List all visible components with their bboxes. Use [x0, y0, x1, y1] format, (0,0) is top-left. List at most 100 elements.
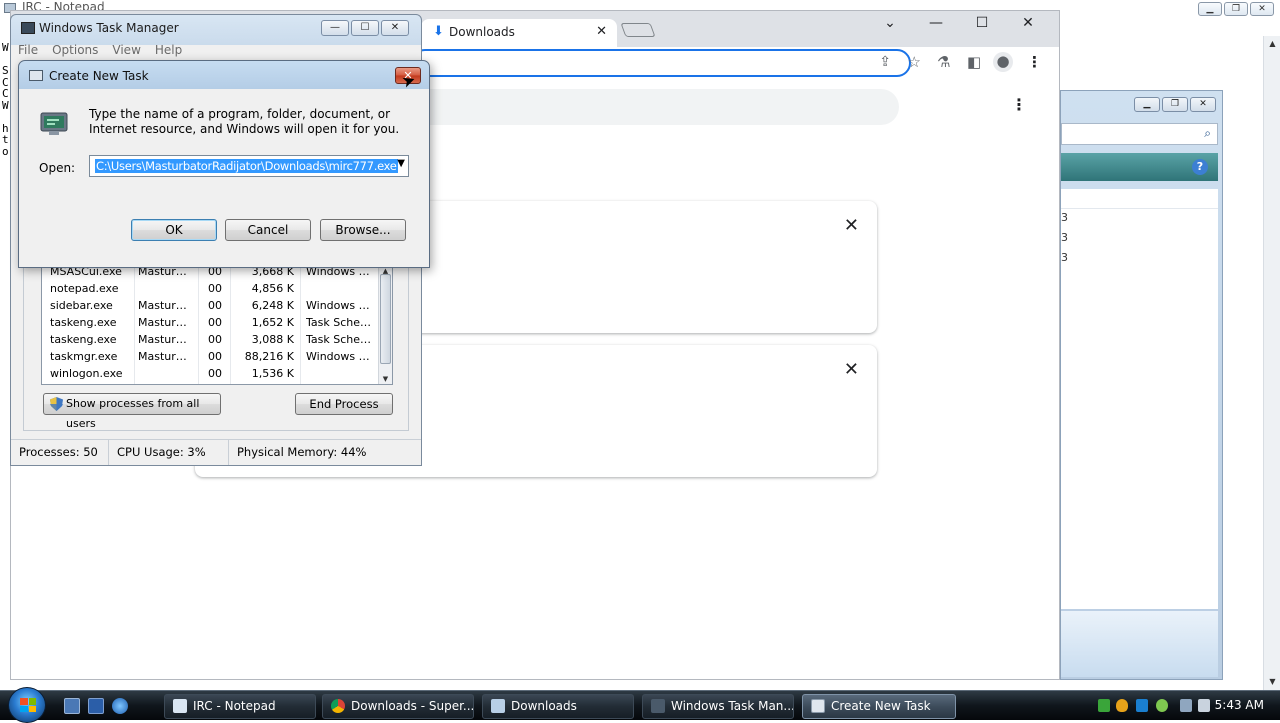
menu-help[interactable]: Help — [148, 41, 189, 61]
menu-file[interactable]: File — [11, 41, 45, 61]
uac-shield-icon — [50, 397, 63, 411]
table-row[interactable]: taskeng.exe Mastur… 00 3,088 K Task Sche… — [42, 331, 380, 348]
browse-button[interactable]: Browse... — [320, 219, 406, 241]
toolbar-band: ? — [1061, 153, 1218, 181]
process-list[interactable]: MSASCui.exe Mastur… 00 3,668 K Windows …… — [41, 265, 393, 385]
start-button[interactable] — [8, 687, 46, 723]
table-row[interactable]: taskmgr.exe Mastur… 00 88,216 K Windows … — [42, 348, 380, 365]
notepad-scrollbar[interactable]: ▲ ▼ — [1263, 36, 1280, 690]
table-row[interactable]: sidebar.exe Mastur… 00 6,248 K Windows … — [42, 297, 380, 314]
minimize-button[interactable]: — — [321, 20, 349, 36]
cancel-button[interactable]: Cancel — [225, 219, 311, 241]
maximize-button[interactable]: ☐ — [351, 20, 379, 36]
menu-options[interactable]: Options — [45, 41, 105, 61]
cpu-usage: CPU Usage: 3% — [109, 440, 229, 465]
chrome-menu-icon[interactable]: ⋮ — [1027, 53, 1042, 71]
scroll-down-arrow-icon[interactable]: ▼ — [379, 375, 392, 383]
help-icon[interactable]: ? — [1192, 159, 1208, 175]
search-input[interactable]: ⌕ — [1061, 123, 1218, 145]
labs-flask-icon[interactable]: ⚗ — [937, 53, 950, 71]
download-icon: ⬇ — [433, 24, 444, 39]
status-bar: Processes: 50 CPU Usage: 3% Physical Mem… — [11, 439, 421, 465]
minimize-button[interactable]: ▁ — [1134, 97, 1160, 112]
process-count: Processes: 50 — [11, 440, 109, 465]
menu-bar: File Options View Help — [11, 41, 421, 61]
file-list: 3 3 3 — [1061, 189, 1218, 609]
show-all-users-button[interactable]: Show processes from all users — [43, 393, 221, 430]
show-desktop-icon[interactable] — [64, 698, 80, 714]
explorer-window: ▁ ❐ ✕ ⌕ ? 3 3 3 — [1060, 90, 1223, 680]
downloads-menu-icon[interactable]: ⋮ — [1011, 95, 1027, 114]
profile-avatar-icon[interactable]: ● — [993, 52, 1013, 72]
dialog-description: Type the name of a program, folder, docu… — [89, 107, 400, 136]
tab-search-icon[interactable]: ⌄ — [867, 13, 913, 33]
notepad-minimize-button[interactable]: ▁ — [1198, 2, 1222, 16]
network-icon[interactable] — [1180, 699, 1192, 712]
table-row[interactable]: taskeng.exe Mastur… 00 1,652 K Task Sche… — [42, 314, 380, 331]
taskbar-item-create-new-task[interactable]: Create New Task — [802, 694, 956, 719]
details-pane — [1061, 611, 1218, 677]
taskbar-item-chrome-downloads[interactable]: Downloads - Super... — [322, 694, 474, 719]
maximize-button[interactable]: ☐ — [959, 13, 1005, 33]
task-manager-title: Windows Task Manager — [39, 21, 179, 35]
tab-close-icon[interactable]: ✕ — [596, 24, 607, 39]
taskbar-item-task-manager[interactable]: Windows Task Man... — [642, 694, 794, 719]
remove-download-icon[interactable]: ✕ — [844, 215, 859, 236]
list-header — [1061, 189, 1218, 209]
chrome-icon — [331, 699, 345, 713]
security-shield-icon[interactable] — [1116, 699, 1128, 712]
physical-memory: Physical Memory: 44% — [237, 445, 367, 459]
bookmark-star-icon[interactable]: ☆ — [908, 53, 921, 71]
close-button[interactable]: ✕ — [1190, 97, 1216, 112]
share-icon[interactable]: ⇪ — [879, 54, 891, 70]
ok-button[interactable]: OK — [131, 219, 217, 241]
clock[interactable]: 5:43 AM — [1215, 698, 1264, 712]
notepad-icon — [173, 699, 187, 713]
minimize-button[interactable]: — — [913, 13, 959, 33]
system-tray: 5:43 AM — [1092, 691, 1280, 721]
new-tab-button[interactable] — [620, 23, 656, 37]
scroll-up-arrow-icon[interactable]: ▲ — [1264, 36, 1280, 52]
scroll-down-arrow-icon[interactable]: ▼ — [1264, 674, 1280, 690]
notepad-close-button[interactable]: ✕ — [1250, 2, 1274, 16]
taskbar-item-notepad[interactable]: IRC - Notepad — [164, 694, 316, 719]
run-window-icon — [811, 699, 825, 713]
maximize-button[interactable]: ❐ — [1162, 97, 1188, 112]
remove-download-icon[interactable]: ✕ — [844, 359, 859, 380]
address-bar[interactable]: ⇪ ☆ — [411, 49, 921, 77]
dropdown-arrow-icon[interactable]: ▼ — [397, 158, 405, 169]
menu-view[interactable]: View — [105, 41, 147, 61]
notepad-maximize-button[interactable]: ❐ — [1224, 2, 1248, 16]
open-input-value[interactable]: C:\Users\MasturbatorRadijator\Downloads\… — [95, 159, 398, 173]
volume-muted-icon[interactable] — [1198, 699, 1210, 712]
windows-logo-icon — [20, 698, 36, 712]
search-icon: ⌕ — [1204, 126, 1211, 140]
scrollbar-thumb[interactable] — [380, 274, 391, 364]
run-window-icon — [29, 70, 43, 81]
end-process-button[interactable]: End Process — [295, 393, 393, 415]
task-manager-icon — [651, 699, 665, 713]
close-button[interactable]: ✕ — [1005, 13, 1051, 33]
window-controls: — ☐ ✕ — [321, 20, 409, 36]
table-row[interactable]: notepad.exe 00 4,856 K — [42, 280, 380, 297]
open-label: Open: — [39, 161, 76, 175]
process-list-scrollbar[interactable]: ▲ ▼ — [378, 266, 392, 384]
list-item: 3 — [1061, 251, 1068, 264]
side-panel-icon[interactable]: ◧ — [967, 53, 981, 71]
tray-globe-icon[interactable] — [1156, 699, 1168, 712]
table-row[interactable]: winlogon.exe 00 1,536 K — [42, 365, 380, 382]
run-program-icon — [40, 112, 68, 135]
taskbar: IRC - Notepad Downloads - Super... Downl… — [0, 687, 1280, 723]
dialog-title: Create New Task — [49, 69, 149, 83]
tray-blue-icon[interactable] — [1136, 699, 1148, 712]
open-combobox[interactable]: C:\Users\MasturbatorRadijator\Downloads\… — [89, 155, 409, 177]
internet-explorer-icon[interactable] — [112, 698, 128, 714]
tab-downloads[interactable]: ⬇ Downloads ✕ — [421, 19, 617, 47]
downloads-search-input[interactable] — [411, 89, 899, 125]
close-button[interactable]: ✕ — [381, 20, 409, 36]
switch-windows-icon[interactable] — [88, 698, 104, 714]
tray-green-icon[interactable] — [1098, 699, 1110, 712]
taskbar-item-downloads-folder[interactable]: Downloads — [482, 694, 634, 719]
window-controls: ▁ ❐ ✕ — [1134, 97, 1216, 112]
create-new-task-dialog: Create New Task ✕ ➤ Type the name of a p… — [18, 60, 430, 268]
